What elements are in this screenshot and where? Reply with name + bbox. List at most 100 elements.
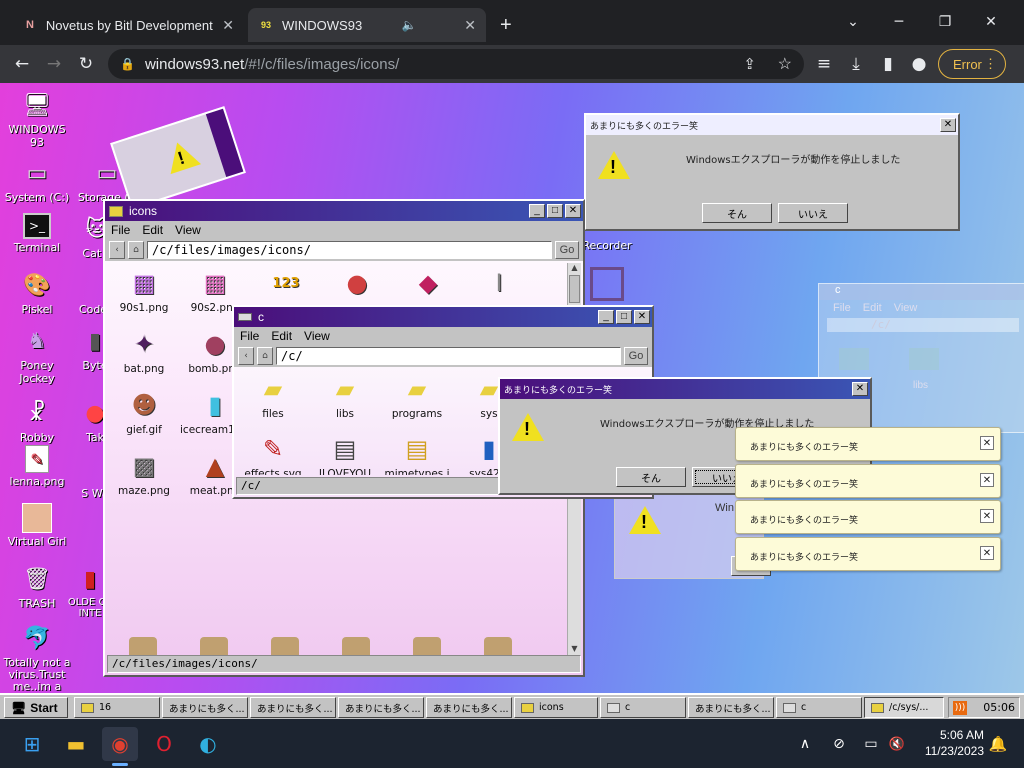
- clock[interactable]: 5:06 AM 11/23/2023: [910, 727, 984, 759]
- network-off-icon[interactable]: ⊘: [826, 727, 852, 761]
- scroll-thumb[interactable]: [569, 275, 580, 303]
- taskbar-task-button[interactable]: /c/sys/...: [864, 697, 944, 718]
- file-item[interactable]: ▩ maze.png: [109, 450, 179, 497]
- file-item[interactable]: ◆: [393, 267, 463, 302]
- file-item[interactable]: ▦ 90s1.png: [109, 267, 179, 314]
- notification-toast[interactable]: あまりにも多くのエラー笑 ✕: [735, 464, 1001, 498]
- notification-toast[interactable]: あまりにも多くのエラー笑 ✕: [735, 537, 1001, 571]
- file-explorer-icon[interactable]: ▬: [58, 727, 94, 761]
- close-icon[interactable]: ✕: [940, 118, 956, 132]
- opera-icon[interactable]: O: [146, 727, 182, 761]
- file-icon[interactable]: [484, 637, 512, 655]
- desktop-icon-windows93[interactable]: 🖥 WINDOWS 93: [2, 89, 72, 150]
- file-icon[interactable]: [271, 637, 299, 655]
- forward-arrow-icon[interactable]: →: [42, 52, 66, 76]
- chrome-icon[interactable]: ◉: [102, 727, 138, 761]
- no-button[interactable]: いいえ: [778, 203, 848, 223]
- download-icon[interactable]: ⤓: [844, 52, 868, 76]
- desktop-icon-dolphin[interactable]: 🐬 Totally not a virus.Trust me..im a: [2, 623, 72, 693]
- browser-tab-novetus[interactable]: N Novetus by Bitl Development Stu ✕: [12, 8, 244, 42]
- address-bar[interactable]: 🔒 windows93.net/#!/c/files/images/icons/…: [108, 49, 804, 79]
- desktop-icon-system-c[interactable]: ▭ System (C:): [2, 157, 72, 205]
- media-control-icon[interactable]: ≡: [812, 52, 836, 76]
- menu-file[interactable]: File: [240, 329, 259, 343]
- share-icon[interactable]: ⇪: [743, 55, 756, 73]
- taskbar-task-button[interactable]: c: [776, 697, 862, 718]
- file-icon[interactable]: [200, 637, 228, 655]
- maze-icon[interactable]: [590, 267, 624, 301]
- scroll-up-icon[interactable]: ▲: [568, 263, 581, 275]
- tray-chevron-icon[interactable]: ∧: [792, 727, 818, 761]
- path-input[interactable]: /c/: [276, 347, 621, 365]
- display-icon[interactable]: ▭: [858, 727, 884, 761]
- taskbar-task-button[interactable]: あまりにも多く...: [426, 697, 512, 718]
- volume-muted-icon[interactable]: 🔇: [884, 727, 910, 761]
- go-button[interactable]: Go: [555, 241, 579, 259]
- file-item[interactable]: ●: [322, 267, 392, 302]
- side-panel-icon[interactable]: ▮: [876, 52, 900, 76]
- file-item[interactable]: ✎ effects.svg: [238, 433, 308, 475]
- minimize-icon[interactable]: _: [529, 204, 545, 218]
- yes-button[interactable]: そん: [616, 467, 686, 487]
- minimize-icon[interactable]: _: [598, 310, 614, 324]
- yes-button[interactable]: そん: [702, 203, 772, 223]
- windows-start-icon[interactable]: ⊞: [14, 727, 50, 761]
- file-icon[interactable]: [342, 637, 370, 655]
- more-menu-icon[interactable]: ⋮: [984, 56, 997, 72]
- file-item[interactable]: ▤ ILOVEYOU: [310, 433, 380, 475]
- rss-icon[interactable]: ))): [953, 700, 967, 715]
- close-icon[interactable]: ✕: [634, 310, 650, 324]
- taskbar-task-button[interactable]: c: [600, 697, 686, 718]
- file-icon[interactable]: [129, 637, 157, 655]
- home-icon[interactable]: ⌂: [257, 347, 273, 365]
- home-icon[interactable]: ⌂: [128, 241, 144, 259]
- file-item[interactable]: ✦ bat.png: [109, 328, 179, 375]
- maximize-icon[interactable]: □: [547, 204, 563, 218]
- file-item[interactable]: Ⅰ: [464, 267, 534, 302]
- bookmark-star-icon[interactable]: ☆: [778, 54, 792, 74]
- back-icon[interactable]: ‹: [238, 347, 254, 365]
- menu-file[interactable]: File: [111, 223, 130, 237]
- taskbar-task-button[interactable]: 16: [74, 697, 160, 718]
- taskbar-task-button[interactable]: あまりにも多く...: [250, 697, 336, 718]
- go-button[interactable]: Go: [624, 347, 648, 365]
- error-button[interactable]: Error ⋮: [938, 49, 1006, 79]
- taskbar-task-button[interactable]: あまりにも多く...: [338, 697, 424, 718]
- maximize-icon[interactable]: □: [616, 310, 632, 324]
- taskbar-task-button[interactable]: あまりにも多く...: [688, 697, 774, 718]
- taskbar-task-button[interactable]: icons: [514, 697, 598, 718]
- file-item[interactable]: ▰ libs: [310, 373, 380, 420]
- notification-bell-icon[interactable]: 🔔: [986, 727, 1010, 761]
- restore-window-icon[interactable]: ❐: [922, 8, 968, 36]
- path-input[interactable]: /c/files/images/icons/: [147, 241, 552, 259]
- back-icon[interactable]: ‹: [109, 241, 125, 259]
- edge-icon[interactable]: ◐: [190, 727, 226, 761]
- notification-toast[interactable]: あまりにも多くのエラー笑 ✕: [735, 427, 1001, 461]
- back-arrow-icon[interactable]: ←: [10, 52, 34, 76]
- file-item[interactable]: 123: [251, 267, 321, 302]
- minimize-window-icon[interactable]: ─: [876, 8, 922, 36]
- menu-edit[interactable]: Edit: [271, 329, 292, 343]
- reload-icon[interactable]: ↻: [74, 52, 98, 76]
- close-icon[interactable]: ✕: [852, 382, 868, 396]
- close-icon[interactable]: ✕: [980, 473, 994, 487]
- tab-search-icon[interactable]: ⌄: [830, 8, 876, 36]
- audio-playing-icon[interactable]: 🔈: [402, 18, 417, 32]
- close-icon[interactable]: ✕: [980, 436, 994, 450]
- menu-view[interactable]: View: [175, 223, 201, 237]
- desktop-icon-virtual-girl[interactable]: Virtual Girl: [2, 503, 72, 548]
- scroll-down-icon[interactable]: ▼: [568, 644, 581, 653]
- lock-icon[interactable]: 🔒: [120, 57, 135, 71]
- close-icon[interactable]: ✕: [980, 509, 994, 523]
- close-icon[interactable]: ✕: [980, 546, 994, 560]
- tab-close-icon[interactable]: ✕: [214, 17, 234, 34]
- menu-edit[interactable]: Edit: [142, 223, 163, 237]
- new-tab-button[interactable]: +: [490, 8, 520, 42]
- profile-icon[interactable]: ●: [907, 52, 931, 76]
- taskbar-task-button[interactable]: あまりにも多く...: [162, 697, 248, 718]
- close-window-icon[interactable]: ✕: [968, 8, 1014, 36]
- menu-view[interactable]: View: [304, 329, 330, 343]
- notification-toast[interactable]: あまりにも多くのエラー笑 ✕: [735, 500, 1001, 534]
- browser-tab-windows93[interactable]: 93 WINDOWS93 🔈 ✕: [248, 8, 486, 42]
- file-item[interactable]: ☻ gief.gif: [109, 389, 179, 436]
